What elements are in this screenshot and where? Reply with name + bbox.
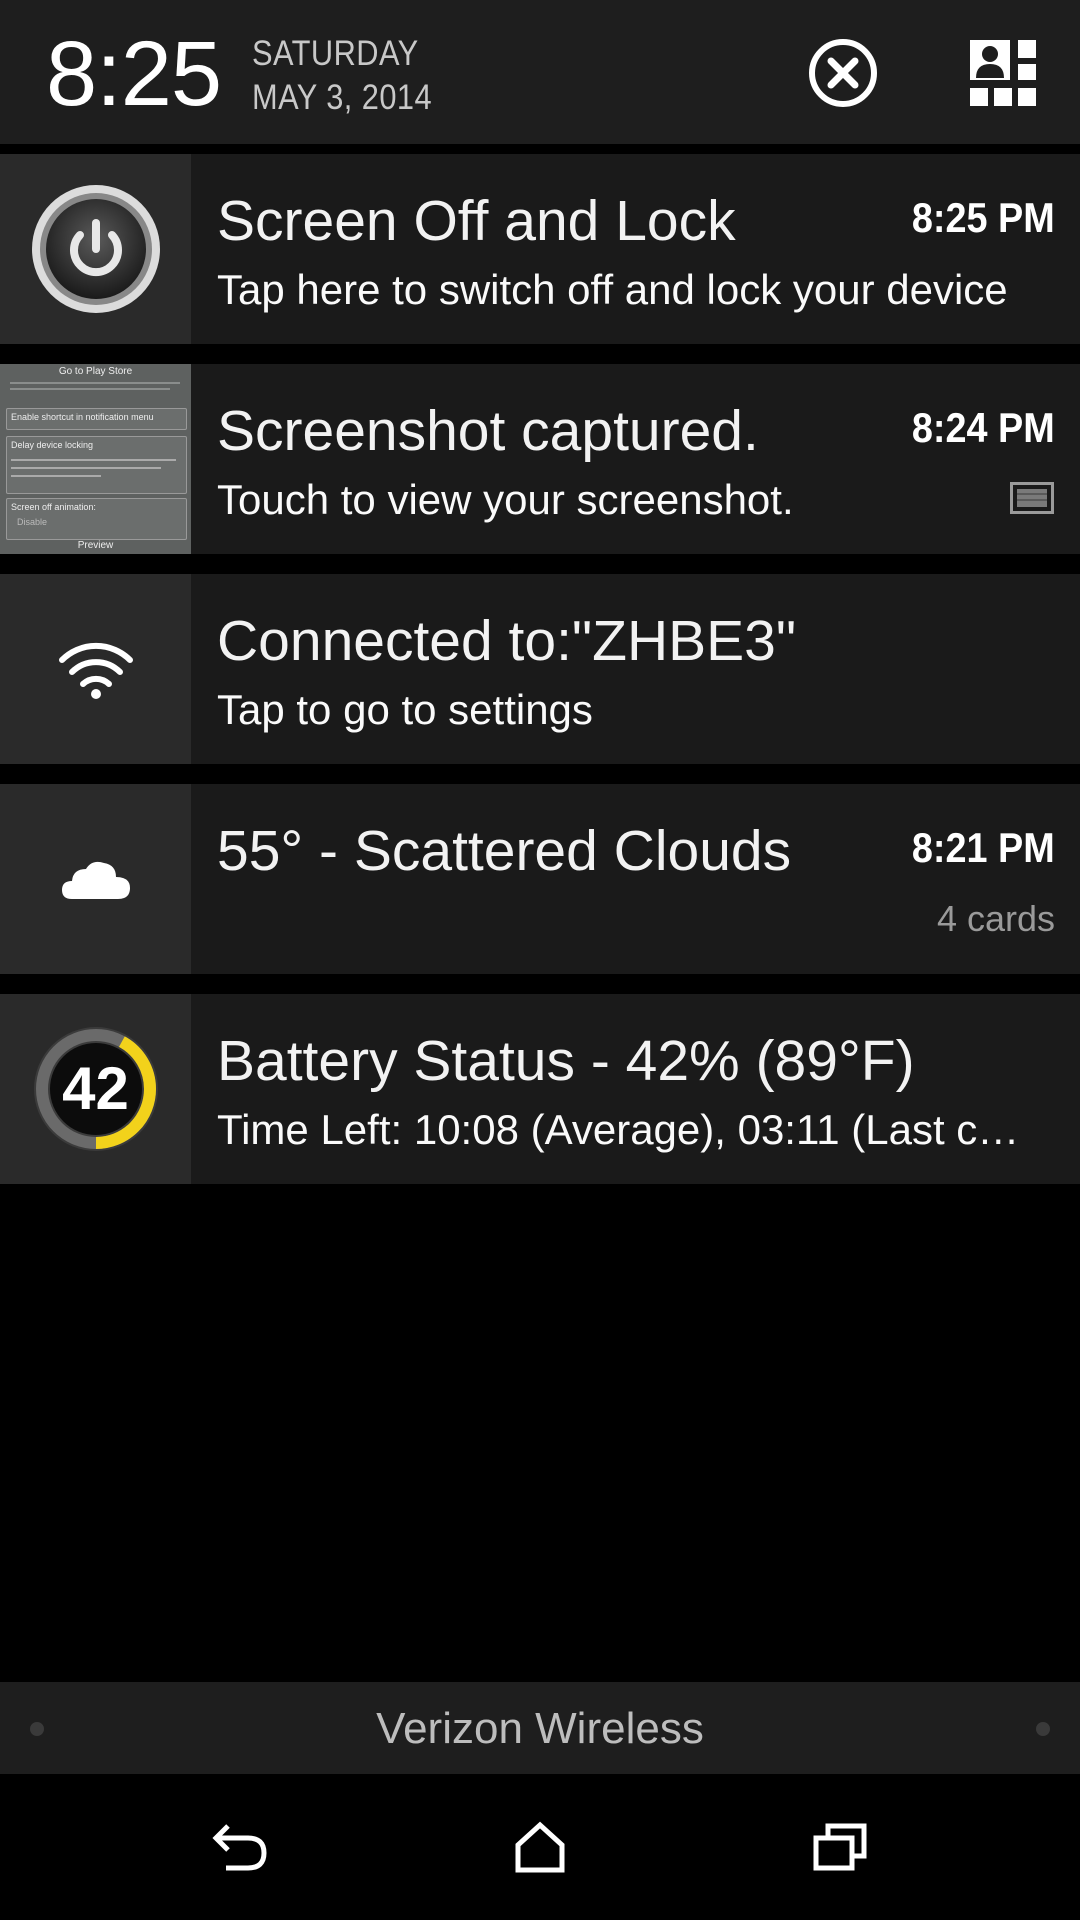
recent-apps-icon bbox=[813, 1823, 867, 1871]
image-icon bbox=[1010, 482, 1054, 519]
thumbnail-row-label: Delay device locking bbox=[11, 440, 94, 450]
thumbnail-line bbox=[11, 475, 101, 477]
navigation-bar bbox=[0, 1774, 1080, 1920]
notification-text: Time Left: 10:08 (Average), 03:11 (Last … bbox=[217, 1106, 1039, 1153]
notification-title: Screen Off and Lock bbox=[217, 189, 736, 253]
notification-battery[interactable]: 42 Battery Status - 42% (89°F) Time Left… bbox=[0, 994, 1080, 1184]
clock: 8:25 bbox=[46, 23, 222, 125]
notification-time: 8:21 PM bbox=[912, 824, 1055, 871]
cloud-icon bbox=[61, 861, 130, 899]
shade-header: 8:25 SATURDAY MAY 3, 2014 bbox=[0, 0, 1080, 144]
thumbnail-header: Go to Play Store bbox=[58, 366, 133, 377]
power-button-icon bbox=[31, 185, 160, 313]
notification-screenshot[interactable]: Go to Play Store Enable shortcut in noti… bbox=[0, 364, 1080, 554]
home-button[interactable] bbox=[500, 1810, 580, 1884]
thumbnail-line bbox=[11, 459, 176, 461]
notification-title: 55° - Scattered Clouds bbox=[217, 819, 792, 883]
carrier-dot-right bbox=[1036, 1722, 1050, 1736]
thumbnail-row: Enable shortcut in notification menu bbox=[6, 408, 187, 430]
close-circle-icon bbox=[809, 39, 877, 107]
notification-text: Tap here to switch off and lock your dev… bbox=[217, 266, 1008, 313]
home-icon bbox=[515, 1821, 565, 1873]
notification-title: Connected to:"ZHBE3" bbox=[217, 609, 797, 673]
notification-weather[interactable]: 55° - Scattered Clouds 8:21 PM 4 cards bbox=[0, 784, 1080, 974]
notification-text: Tap to go to settings bbox=[217, 686, 593, 733]
battery-gauge-icon: 42 bbox=[30, 1023, 162, 1155]
thumbnail-row-label: Enable shortcut in notification menu bbox=[11, 412, 154, 422]
notification-icon-box bbox=[0, 574, 191, 764]
notification-screen-off[interactable]: Screen Off and Lock 8:25 PM Tap here to … bbox=[0, 154, 1080, 344]
notification-icon-box bbox=[0, 784, 191, 974]
back-button[interactable] bbox=[200, 1810, 280, 1884]
thumbnail-row: Screen off animation: Disable bbox=[6, 498, 187, 540]
notification-icon-box: Go to Play Store Enable shortcut in noti… bbox=[0, 364, 191, 554]
notification-time: 8:25 PM bbox=[912, 194, 1055, 241]
thumbnail-line bbox=[10, 388, 170, 390]
screenshot-thumbnail: Go to Play Store Enable shortcut in noti… bbox=[0, 364, 191, 554]
carrier-bar: Verizon Wireless bbox=[0, 1682, 1080, 1774]
clear-all-button[interactable] bbox=[800, 30, 886, 116]
notification-title: Battery Status - 42% (89°F) bbox=[217, 1029, 915, 1093]
thumbnail-line bbox=[11, 467, 161, 469]
carrier-label: Verizon Wireless bbox=[376, 1704, 704, 1753]
back-arrow-icon bbox=[212, 1824, 267, 1871]
quick-settings-button[interactable] bbox=[960, 30, 1046, 116]
date-label: MAY 3, 2014 bbox=[252, 78, 433, 117]
quick-settings-grid-icon bbox=[970, 40, 1036, 106]
thumbnail-row: Delay device locking bbox=[6, 436, 187, 494]
notification-text: Touch to view your screenshot. bbox=[217, 476, 794, 523]
notification-wifi[interactable]: Connected to:"ZHBE3" Tap to go to settin… bbox=[0, 574, 1080, 764]
notification-icon-box bbox=[0, 154, 191, 344]
notification-title: Screenshot captured. bbox=[217, 399, 759, 463]
notification-icon-box: 42 bbox=[0, 994, 191, 1184]
notification-info: 4 cards bbox=[936, 898, 1055, 939]
notification-time: 8:24 PM bbox=[912, 404, 1055, 451]
date-block: SATURDAY MAY 3, 2014 bbox=[252, 32, 457, 120]
day-label: SATURDAY bbox=[252, 34, 419, 73]
battery-badge: 42 bbox=[62, 1055, 129, 1122]
thumbnail-row-label: Screen off animation: bbox=[11, 502, 96, 512]
thumbnail-line bbox=[10, 382, 180, 384]
wifi-icon bbox=[58, 642, 133, 699]
thumbnail-row-value: Disable bbox=[17, 517, 48, 527]
notification-shade: 8:25 SATURDAY MAY 3, 2014 Screen Off and… bbox=[0, 0, 1080, 1920]
recent-apps-button[interactable] bbox=[800, 1810, 880, 1884]
thumbnail-preview-label: Preview bbox=[77, 540, 114, 551]
